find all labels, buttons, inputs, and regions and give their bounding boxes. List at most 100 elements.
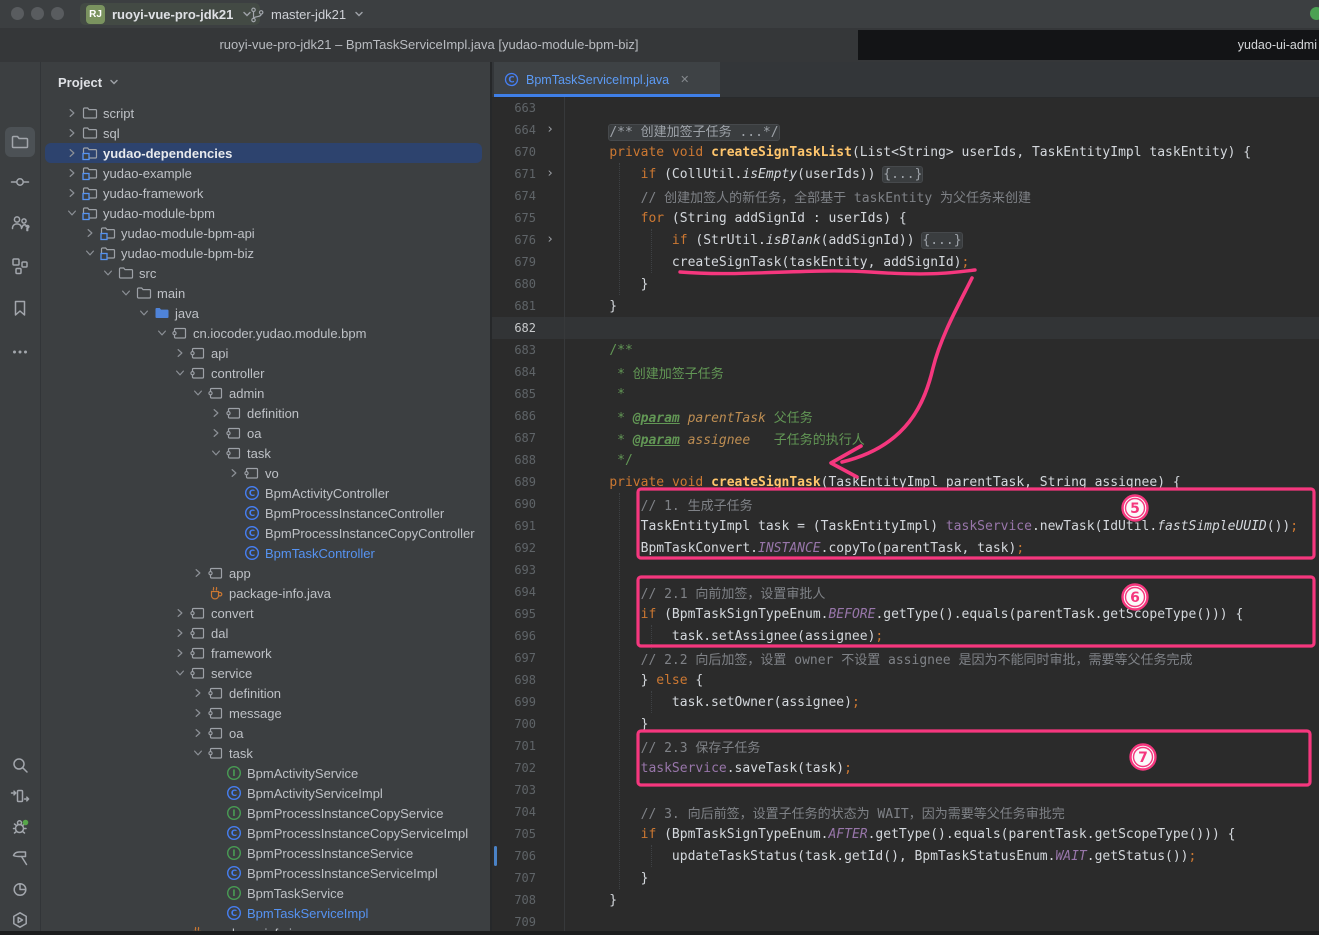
tree-item-package-info-java[interactable]: package-info.java bbox=[41, 923, 490, 931]
code-editor[interactable]: 663664› /** 创建加签子任务 ...*/670 private voi… bbox=[492, 97, 1319, 931]
tree-item-bpmprocessinstancecopycontroller[interactable]: CBpmProcessInstanceCopyController bbox=[41, 523, 490, 543]
chevron-expanded-icon[interactable] bbox=[153, 325, 171, 341]
code-line-698[interactable]: 698 } else { bbox=[492, 669, 1319, 691]
line-number[interactable]: 699 bbox=[492, 695, 536, 709]
tree-item-bpmprocessinstanceservice[interactable]: IBpmProcessInstanceService bbox=[41, 843, 490, 863]
chevron-expanded-icon[interactable] bbox=[171, 365, 189, 381]
code-line-700[interactable]: 700 } bbox=[492, 713, 1319, 735]
line-number[interactable]: 689 bbox=[492, 475, 536, 489]
code-line-670[interactable]: 670 private void createSignTaskList(List… bbox=[492, 141, 1319, 163]
line-number[interactable]: 676 bbox=[492, 233, 536, 247]
line-number[interactable]: 670 bbox=[492, 145, 536, 159]
tree-item-yudao-module-bpm-biz[interactable]: yudao-module-bpm-biz bbox=[41, 243, 490, 263]
chevron-collapsed-icon[interactable] bbox=[189, 565, 207, 581]
code-line-699[interactable]: 699 task.setOwner(assignee); bbox=[492, 691, 1319, 713]
close-tab-icon[interactable]: ✕ bbox=[680, 73, 689, 86]
chevron-collapsed-icon[interactable] bbox=[171, 645, 189, 661]
tree-item-java[interactable]: java bbox=[41, 303, 490, 323]
code-line-704[interactable]: 704 // 3. 向后前签，设置子任务的状态为 WAIT，因为需要等父任务审批… bbox=[492, 801, 1319, 823]
line-number[interactable]: 698 bbox=[492, 673, 536, 687]
zoom-window-button[interactable] bbox=[51, 7, 64, 20]
more-tools-icon[interactable] bbox=[5, 337, 35, 367]
line-number[interactable]: 683 bbox=[492, 343, 536, 357]
code-line-679[interactable]: 679 createSignTask(taskEntity, addSignId… bbox=[492, 251, 1319, 273]
chevron-collapsed-icon[interactable] bbox=[189, 725, 207, 741]
line-number[interactable]: 708 bbox=[492, 893, 536, 907]
line-number[interactable]: 694 bbox=[492, 585, 536, 599]
line-number[interactable]: 701 bbox=[492, 739, 536, 753]
search-icon[interactable] bbox=[5, 750, 35, 780]
tree-item-vo[interactable]: vo bbox=[41, 463, 490, 483]
tree-item-yudao-framework[interactable]: yudao-framework bbox=[41, 183, 490, 203]
chevron-collapsed-icon[interactable] bbox=[63, 105, 81, 121]
code-line-686[interactable]: 686 * @param parentTask 父任务 bbox=[492, 405, 1319, 427]
chevron-collapsed-icon[interactable] bbox=[207, 425, 225, 441]
tree-item-controller[interactable]: controller bbox=[41, 363, 490, 383]
line-number[interactable]: 671 bbox=[492, 167, 536, 181]
code-line-691[interactable]: 691 TaskEntityImpl task = (TaskEntityImp… bbox=[492, 515, 1319, 537]
code-line-697[interactable]: 697 // 2.2 向后加签，设置 owner 不设置 assignee 是因… bbox=[492, 647, 1319, 669]
chevron-expanded-icon[interactable] bbox=[189, 385, 207, 401]
code-line-681[interactable]: 681 } bbox=[492, 295, 1319, 317]
tree-item-yudao-dependencies[interactable]: yudao-dependencies bbox=[41, 143, 490, 163]
chevron-collapsed-icon[interactable] bbox=[63, 185, 81, 201]
code-line-689[interactable]: 689 private void createSignTask(TaskEnti… bbox=[492, 471, 1319, 493]
tree-item-definition[interactable]: definition bbox=[41, 683, 490, 703]
code-line-696[interactable]: 696 task.setAssignee(assignee); bbox=[492, 625, 1319, 647]
tree-item-convert[interactable]: convert bbox=[41, 603, 490, 623]
line-number[interactable]: 688 bbox=[492, 453, 536, 467]
tree-item-package-info-java[interactable]: package-info.java bbox=[41, 583, 490, 603]
project-widget[interactable]: RJ ruoyi-vue-pro-jdk21 bbox=[80, 3, 260, 25]
tree-item-src[interactable]: src bbox=[41, 263, 490, 283]
line-number[interactable]: 692 bbox=[492, 541, 536, 555]
line-number[interactable]: 664 bbox=[492, 123, 536, 137]
git-branch-widget[interactable]: master-jdk21 bbox=[248, 3, 366, 25]
chevron-expanded-icon[interactable] bbox=[207, 445, 225, 461]
chevron-expanded-icon[interactable] bbox=[81, 245, 99, 261]
line-number[interactable]: 700 bbox=[492, 717, 536, 731]
line-number[interactable]: 690 bbox=[492, 497, 536, 511]
fold-arrow-icon[interactable]: › bbox=[536, 163, 565, 185]
commit-icon[interactable] bbox=[5, 167, 35, 197]
code-line-702[interactable]: 702 taskService.saveTask(task); bbox=[492, 757, 1319, 779]
code-line-694[interactable]: 694 // 2.1 向前加签，设置审批人 bbox=[492, 581, 1319, 603]
code-line-706[interactable]: 706 updateTaskStatus(task.getId(), BpmTa… bbox=[492, 845, 1319, 867]
chevron-collapsed-icon[interactable] bbox=[171, 605, 189, 621]
line-number[interactable]: 707 bbox=[492, 871, 536, 885]
tree-item-yudao-module-bpm-api[interactable]: yudao-module-bpm-api bbox=[41, 223, 490, 243]
code-line-703[interactable]: 703 bbox=[492, 779, 1319, 801]
code-line-687[interactable]: 687 * @param assignee 子任务的执行人 bbox=[492, 427, 1319, 449]
line-number[interactable]: 706 bbox=[492, 849, 536, 863]
background-window-titlebar[interactable]: yudao-ui-admi bbox=[858, 30, 1319, 60]
chevron-collapsed-icon[interactable] bbox=[63, 125, 81, 141]
tree-item-app[interactable]: app bbox=[41, 563, 490, 583]
tree-item-bpmprocessinstancecopyservice[interactable]: IBpmProcessInstanceCopyService bbox=[41, 803, 490, 823]
debug-icon[interactable] bbox=[5, 812, 35, 842]
line-number[interactable]: 704 bbox=[492, 805, 536, 819]
tree-item-oa[interactable]: oa bbox=[41, 423, 490, 443]
tree-item-definition[interactable]: definition bbox=[41, 403, 490, 423]
tree-item-admin[interactable]: admin bbox=[41, 383, 490, 403]
tree-item-task[interactable]: task bbox=[41, 443, 490, 463]
tree-item-bpmtaskserviceimpl[interactable]: CBpmTaskServiceImpl bbox=[41, 903, 490, 923]
chevron-expanded-icon[interactable] bbox=[189, 745, 207, 761]
code-line-688[interactable]: 688 */ bbox=[492, 449, 1319, 471]
tree-item-bpmtaskcontroller[interactable]: CBpmTaskController bbox=[41, 543, 490, 563]
line-number[interactable]: 703 bbox=[492, 783, 536, 797]
tree-item-sql[interactable]: sql bbox=[41, 123, 490, 143]
chevron-collapsed-icon[interactable] bbox=[189, 705, 207, 721]
line-number[interactable]: 693 bbox=[492, 563, 536, 577]
tree-item-task[interactable]: task bbox=[41, 743, 490, 763]
tree-item-api[interactable]: api bbox=[41, 343, 490, 363]
tab-bpmtaskserviceimpl[interactable]: C BpmTaskServiceImpl.java ✕ bbox=[494, 62, 720, 97]
tree-item-main[interactable]: main bbox=[41, 283, 490, 303]
inout-icon[interactable] bbox=[5, 781, 35, 811]
code-line-701[interactable]: 701 // 2.3 保存子任务 bbox=[492, 735, 1319, 757]
tree-item-framework[interactable]: framework bbox=[41, 643, 490, 663]
build-icon[interactable] bbox=[5, 843, 35, 873]
line-number[interactable]: 697 bbox=[492, 651, 536, 665]
line-number[interactable]: 696 bbox=[492, 629, 536, 643]
tree-item-service[interactable]: service bbox=[41, 663, 490, 683]
code-line-693[interactable]: 693 bbox=[492, 559, 1319, 581]
chevron-collapsed-icon[interactable] bbox=[81, 225, 99, 241]
